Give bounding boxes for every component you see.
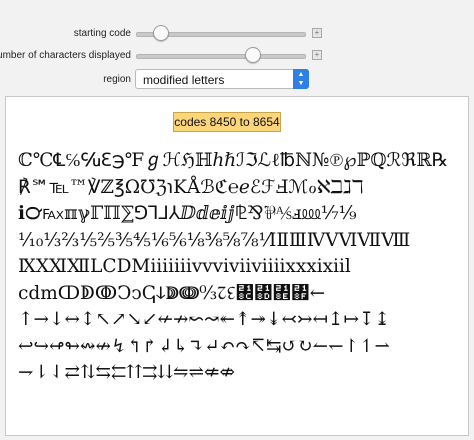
char-line: ⅨⅩⅪⅫⅬⅭⅮⅯⅰⅱⅲⅳⅴⅵⅶⅷⅸⅹⅺⅻⅼ — [18, 256, 351, 277]
char-line: ⅒⅓⅔⅕⅖⅗⅘⅙⅚⅛⅜⅝⅞⅟ⅠⅡⅢⅣⅤⅥⅦⅧ — [18, 229, 411, 251]
starting-code-label: starting code — [73, 27, 131, 39]
num-chars-row: number of characters displayed + — [0, 44, 474, 66]
slider-track — [136, 54, 306, 59]
slider-thumb[interactable] — [244, 47, 261, 63]
code-range-badge: codes 8450 to 8654 — [173, 112, 281, 132]
output-panel: codes 8450 to 8654 ℂ℃℄℅℆ℇ℈℉ℊℋℌℍℎℏℐℑℒℓ℔ℕ№… — [5, 96, 469, 436]
char-line: ⅽⅾⅿↀↁↂↃↄↅↆↇↈ↉↊↋↌↍↎↏← — [18, 282, 326, 304]
region-selected-value: modified letters — [143, 73, 225, 87]
slider-thumb[interactable] — [152, 25, 169, 41]
char-line: ↩↪↫↬↭↮↯↰↱↲↳↴↵↶↷↸↹↺↻↼↽↾↿⇀ — [18, 335, 391, 357]
num-chars-slider[interactable] — [136, 47, 306, 63]
char-line: ↑→↓↔↕↖↗↘↙↚↛↜↝↞↟↠↡↢↣↤↥↦↧↨ — [18, 309, 391, 330]
starting-code-row: starting code + — [0, 22, 474, 44]
region-dropdown[interactable]: modified letters ▲ ▼ — [135, 69, 309, 89]
num-chars-expand-icon[interactable]: + — [312, 50, 322, 60]
dropdown-chevron-icon[interactable]: ▲ ▼ — [293, 69, 309, 89]
region-label: region — [103, 73, 131, 85]
char-line: ℹ℺℻ℼℽℾℿ⅀⅁⅂⅃⅄ⅅⅆⅇⅈⅉ⅊⅋⅌⅍ⅎ⅏⅐⅑ — [18, 203, 357, 224]
char-line: ℟℠℡™℣ℤ℥Ω℧ℨ℩KÅℬℭ℮ℯℰℱℲℳℴℵℶℷℸ — [18, 176, 364, 198]
starting-code-expand-icon[interactable]: + — [312, 28, 322, 38]
starting-code-slider[interactable] — [136, 25, 306, 41]
char-line: ℂ℃℄℅℆ℇ℈℉ℊℋℌℍℎℏℐℑℒℓ℔ℕ№℗℘ℙℚℛℜℝ℞ — [18, 150, 449, 171]
character-grid: ℂ℃℄℅℆ℇ℈℉ℊℋℌℍℎℏℐℑℒℓ℔ℕ№℗℘ℙℚℛℜℝ℞ ℟℠℡™℣ℤ℥Ω℧ℨ… — [18, 148, 458, 387]
num-chars-label: number of characters displayed — [0, 49, 131, 61]
char-line: ⇁⇂⇃⇄⇅⇆⇇⇈⇉⇊⇋⇌⇍⇎ — [18, 362, 236, 383]
